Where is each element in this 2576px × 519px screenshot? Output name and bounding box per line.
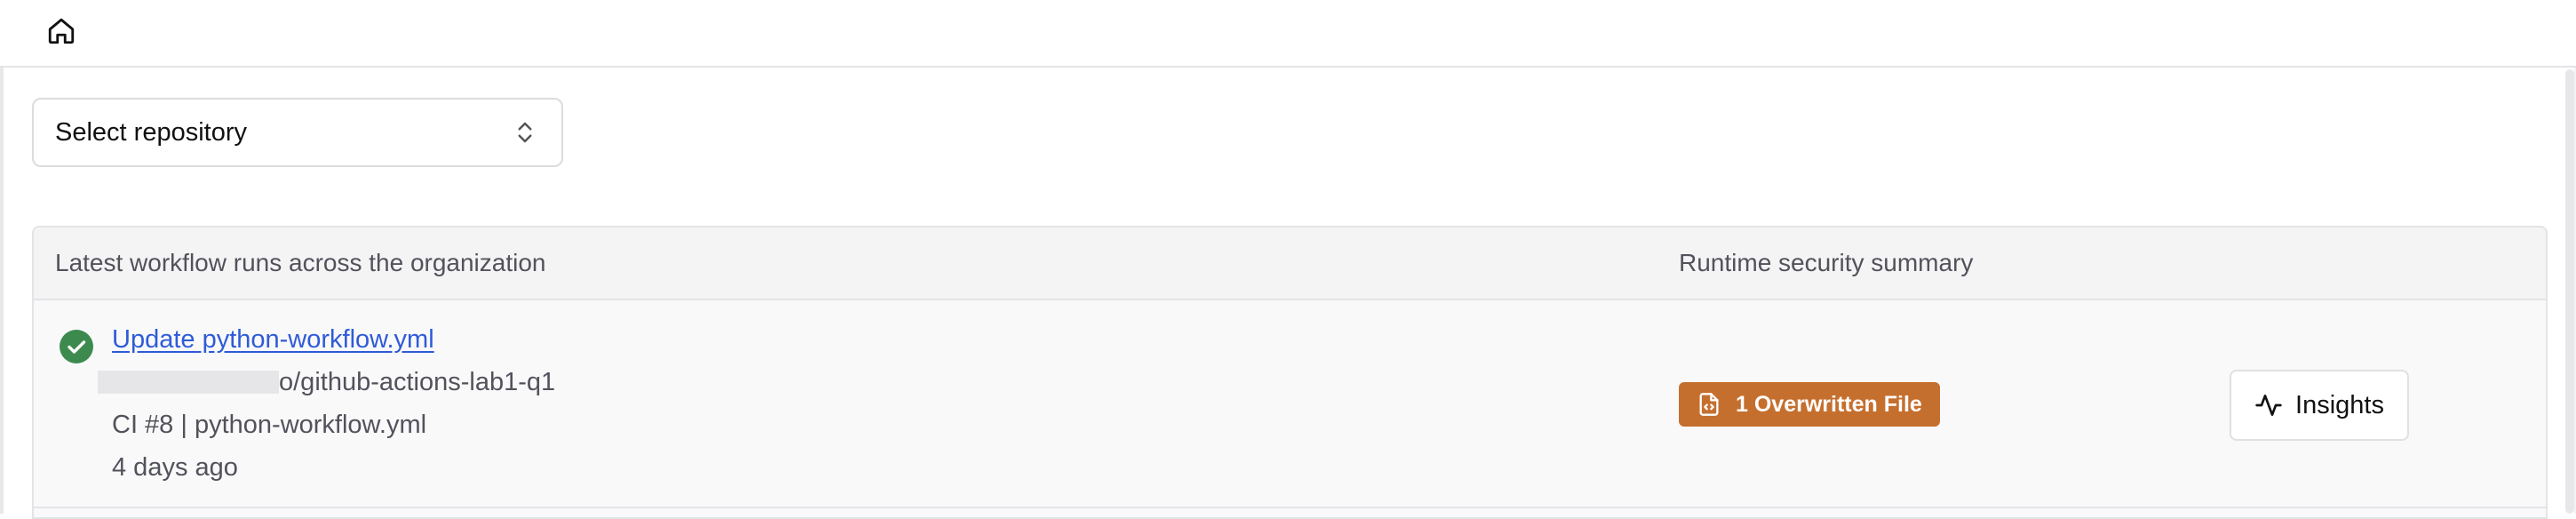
table-row: Update python-workflow.yml o/github-acti… (34, 300, 2546, 508)
workflow-run-link[interactable]: Update python-workflow.yml (112, 325, 434, 355)
repository-select[interactable]: Select repository (32, 98, 563, 167)
repository-select-label: Select repository (55, 117, 247, 147)
runs-column-header: Latest workflow runs across the organiza… (55, 249, 546, 276)
repository-name: o/github-actions-lab1-q1 (98, 368, 555, 397)
file-code-icon (1699, 393, 1719, 416)
workflow-meta: CI #8 | python-workflow.yml (112, 411, 427, 439)
repository-name-text: o/github-actions-lab1-q1 (279, 368, 556, 396)
scrollbar-thumb[interactable] (2565, 69, 2574, 514)
top-bar (0, 0, 2576, 68)
chevron-up-down-icon (518, 122, 532, 143)
success-check-icon (60, 330, 93, 363)
overwritten-file-badge[interactable]: 1 Overwritten File (1679, 382, 1940, 427)
home-icon[interactable] (46, 16, 76, 46)
left-border (0, 0, 4, 514)
insights-button[interactable]: Insights (2230, 370, 2409, 441)
summary-column-header: Runtime security summary (1679, 249, 1974, 276)
redacted-owner (98, 371, 279, 394)
workflow-runs-panel: Latest workflow runs across the organiza… (32, 226, 2548, 519)
badge-label: 1 Overwritten File (1736, 391, 1922, 417)
run-timestamp: 4 days ago (112, 453, 238, 482)
activity-icon (2255, 395, 2282, 416)
insights-label: Insights (2295, 390, 2384, 419)
table-header: Latest workflow runs across the organiza… (34, 228, 2546, 300)
